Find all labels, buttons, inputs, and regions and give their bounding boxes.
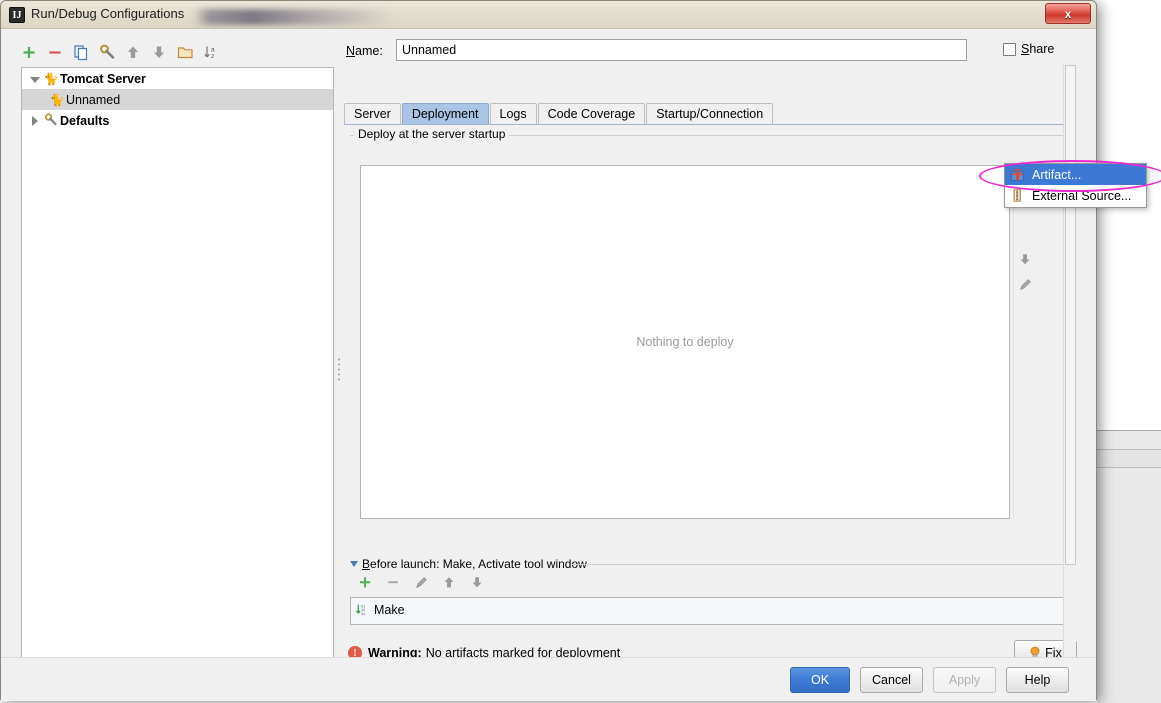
scrollbar-thumb[interactable] bbox=[1065, 65, 1076, 565]
dialog-titlebar: IJ Run/Debug Configurations x bbox=[1, 1, 1096, 29]
svg-text:01: 01 bbox=[361, 612, 365, 616]
run-debug-configurations-dialog: IJ Run/Debug Configurations x a z 🐈 Tomc… bbox=[0, 0, 1097, 701]
task-label: Make bbox=[374, 603, 405, 617]
add-task-button[interactable] bbox=[358, 575, 375, 592]
wrench-icon bbox=[42, 113, 60, 128]
background-window bbox=[1097, 430, 1161, 703]
before-launch-header[interactable]: Before launch: Make, Activate tool windo… bbox=[350, 557, 587, 571]
ok-button[interactable]: OK bbox=[790, 667, 850, 693]
chevron-down-icon[interactable] bbox=[28, 72, 42, 86]
tree-node-label: Unnamed bbox=[66, 92, 121, 107]
redacted-title-text bbox=[193, 9, 393, 25]
apply-button: Apply bbox=[933, 667, 996, 693]
deployment-list[interactable]: Nothing to deploy bbox=[360, 165, 1010, 519]
task-move-down-button[interactable] bbox=[470, 575, 487, 592]
external-source-icon bbox=[1011, 189, 1026, 202]
minus-icon[interactable] bbox=[47, 44, 64, 61]
before-launch-divider bbox=[572, 564, 1068, 565]
tab-deployment[interactable]: Deployment bbox=[401, 103, 489, 124]
tab-server[interactable]: Server bbox=[344, 103, 401, 124]
menu-item-external-source[interactable]: External Source... bbox=[1005, 185, 1146, 206]
before-launch-section: Before launch: Make, Activate tool windo… bbox=[350, 557, 1068, 627]
tree-node-label: Defaults bbox=[60, 113, 110, 128]
deploy-at-startup-group: Deploy at the server startup Nothing to … bbox=[350, 127, 1068, 547]
menu-item-label: Artifact... bbox=[1032, 167, 1082, 182]
before-launch-toolbar bbox=[358, 575, 487, 592]
panel-splitter[interactable] bbox=[334, 67, 344, 666]
screen: IJ Run/Debug Configurations x a z 🐈 Tomc… bbox=[0, 0, 1161, 703]
folder-icon[interactable] bbox=[177, 44, 194, 61]
configuration-editor-panel: Name: Share Server Deployment Logs Code … bbox=[344, 35, 1077, 666]
dialog-body: a z 🐈 Tomcat Server 🐈 Unnamed Defaults N… bbox=[1, 29, 1096, 701]
group-title: Deploy at the server startup bbox=[354, 127, 510, 141]
empty-state-text: Nothing to deploy bbox=[636, 335, 734, 349]
dialog-footer: OK Cancel Apply Help bbox=[1, 657, 1096, 701]
list-item[interactable]: 01 10 01 Make bbox=[351, 600, 1067, 620]
chevron-right-icon[interactable] bbox=[28, 114, 42, 128]
tomcat-icon: 🐈 bbox=[49, 92, 65, 107]
dialog-title: Run/Debug Configurations bbox=[31, 6, 185, 21]
name-row: Name: Share bbox=[344, 39, 1072, 63]
name-label: Name: bbox=[346, 44, 383, 58]
edit-task-button[interactable] bbox=[414, 575, 431, 592]
artifact-icon bbox=[1011, 168, 1026, 181]
make-icon: 01 10 01 bbox=[355, 603, 369, 618]
share-label: Share bbox=[1021, 42, 1055, 56]
name-input[interactable] bbox=[396, 39, 967, 61]
move-down-deployment-button[interactable] bbox=[1015, 247, 1037, 272]
configurations-tree[interactable]: 🐈 Tomcat Server 🐈 Unnamed Defaults bbox=[21, 67, 334, 666]
add-deployment-popup-menu[interactable]: Artifact... External Source... bbox=[1004, 163, 1147, 208]
arrow-up-icon[interactable] bbox=[125, 44, 142, 61]
task-move-up-button[interactable] bbox=[442, 575, 459, 592]
tree-node-tomcat-server[interactable]: 🐈 Tomcat Server bbox=[22, 68, 333, 89]
cancel-button[interactable]: Cancel bbox=[860, 667, 923, 693]
before-launch-title: Before launch: Make, Activate tool windo… bbox=[362, 557, 587, 571]
background-window-strip bbox=[1097, 449, 1161, 468]
chevron-down-icon[interactable] bbox=[350, 561, 358, 567]
tab-logs[interactable]: Logs bbox=[489, 103, 537, 124]
arrow-down-icon[interactable] bbox=[151, 44, 168, 61]
menu-item-label: External Source... bbox=[1032, 188, 1132, 203]
configurations-toolbar: a z bbox=[21, 40, 221, 64]
remove-task-button[interactable] bbox=[386, 575, 403, 592]
sort-alpha-icon[interactable]: a z bbox=[203, 44, 220, 61]
edit-deployment-button[interactable] bbox=[1015, 272, 1037, 297]
splitter-handle[interactable] bbox=[337, 357, 341, 383]
help-button[interactable]: Help bbox=[1006, 667, 1069, 693]
tomcat-icon: 🐈 bbox=[43, 71, 59, 86]
configuration-tabs: Server Deployment Logs Code Coverage Sta… bbox=[344, 103, 1068, 125]
menu-item-artifact[interactable]: Artifact... bbox=[1005, 164, 1146, 185]
tree-node-unnamed[interactable]: 🐈 Unnamed bbox=[22, 89, 333, 110]
tab-startup-connection[interactable]: Startup/Connection bbox=[646, 103, 774, 124]
intellij-idea-icon: IJ bbox=[9, 7, 25, 23]
vertical-scrollbar[interactable] bbox=[1063, 65, 1076, 662]
plus-icon[interactable] bbox=[21, 44, 38, 61]
tab-code-coverage[interactable]: Code Coverage bbox=[537, 103, 646, 124]
tree-node-label: Tomcat Server bbox=[60, 71, 146, 86]
wrench-icon[interactable] bbox=[99, 44, 116, 61]
copy-icon[interactable] bbox=[73, 44, 90, 61]
checkbox-box[interactable] bbox=[1003, 42, 1016, 56]
deployment-side-toolbar bbox=[1013, 165, 1037, 519]
share-checkbox[interactable]: Share bbox=[1003, 42, 1054, 56]
close-icon[interactable]: x bbox=[1045, 3, 1091, 24]
before-launch-task-list[interactable]: 01 10 01 Make bbox=[350, 597, 1068, 625]
tree-node-defaults[interactable]: Defaults bbox=[22, 110, 333, 131]
svg-text:z: z bbox=[211, 53, 214, 60]
